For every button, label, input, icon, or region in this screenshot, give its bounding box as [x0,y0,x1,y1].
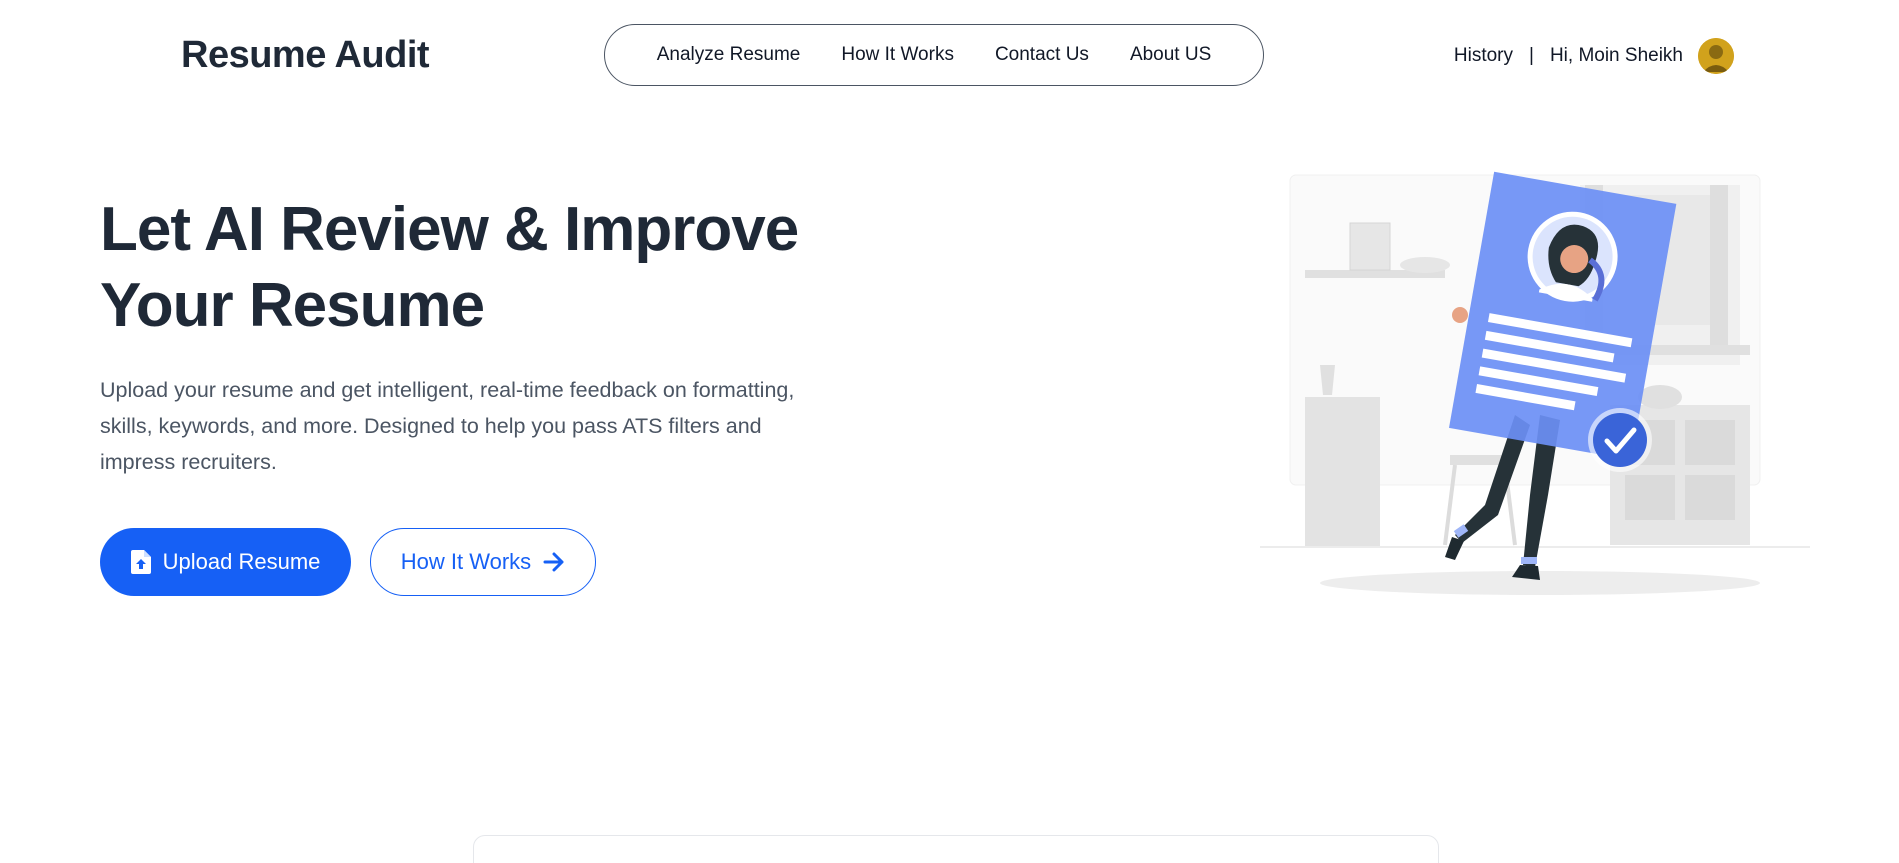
user-photo-icon [1698,38,1734,74]
upload-resume-button[interactable]: Upload Resume [100,528,351,596]
brand-logo[interactable]: Resume Audit [181,34,430,77]
history-link[interactable]: History [1454,45,1513,67]
bottom-card [473,835,1439,863]
upload-resume-label: Upload Resume [162,549,321,574]
resume-review-illustration [1260,171,1810,595]
how-it-works-button[interactable]: How It Works [370,528,596,596]
site-header: Resume Audit Analyze Resume How It Works… [0,0,1899,112]
hero-description: Upload your resume and get intelligent, … [100,378,795,474]
nav-link-contact-us[interactable]: Contact Us [995,44,1089,66]
nav-link-how-it-works[interactable]: How It Works [841,44,954,66]
avatar[interactable] [1698,38,1734,74]
main-nav: Analyze Resume How It Works Contact Us A… [604,24,1264,86]
how-it-works-label: How It Works [400,549,532,574]
nav-link-analyze-resume[interactable]: Analyze Resume [657,44,801,66]
user-nav: History | Hi, Moin Sheikh [1454,37,1734,75]
nav-link-about-us[interactable]: About US [1130,44,1211,66]
file-upload-icon [130,550,151,574]
hero-illustration [1240,165,1820,605]
hero-title-line-2: Your Resume [100,271,485,340]
hero-title: Let AI Review & Improve Your Resume [100,192,860,344]
arrow-right-icon [543,552,564,572]
nav-separator: | [1529,45,1534,66]
hero-title-line-1: Let AI Review & Improve [100,195,799,264]
user-greeting: Hi, Moin Sheikh [1549,45,1683,66]
